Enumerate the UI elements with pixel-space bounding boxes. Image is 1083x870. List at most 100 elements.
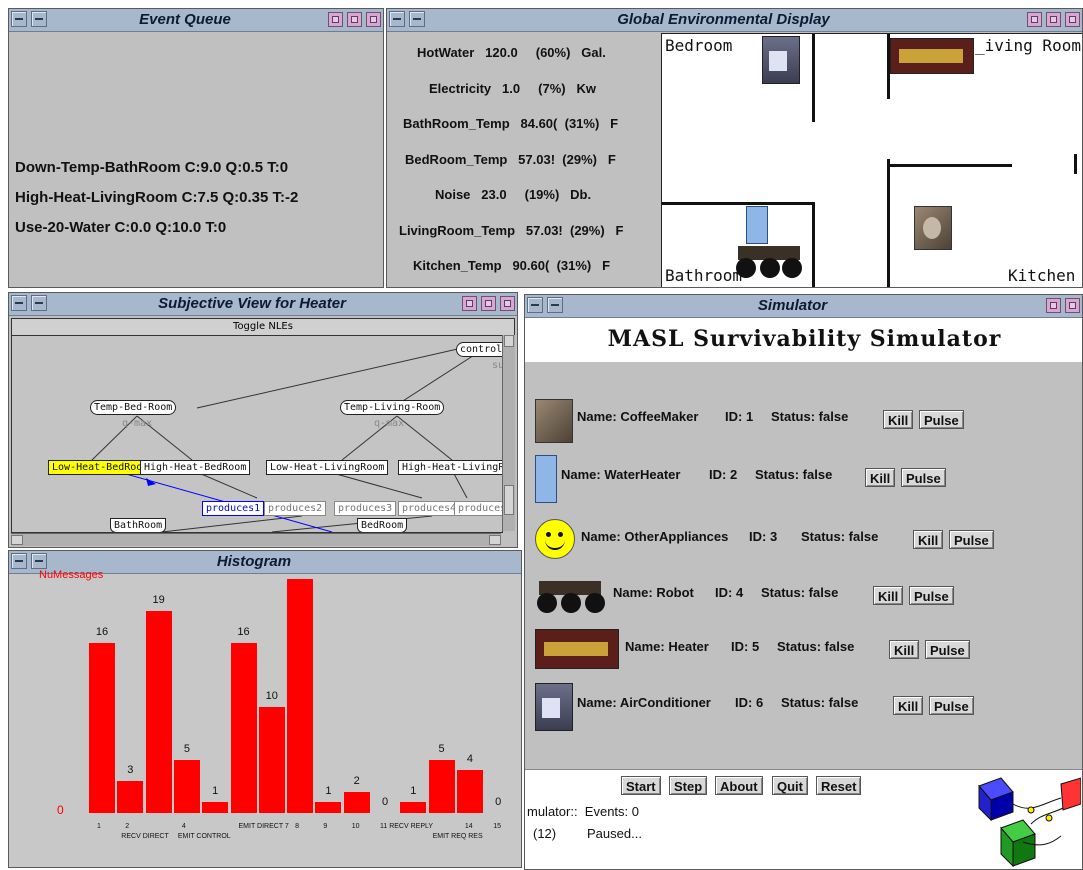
bar-value-label: 10 [265,689,278,702]
reading-unit: Db. [570,187,592,202]
kill-button[interactable]: Kill [889,640,920,659]
histogram-bar [173,759,200,813]
x-tick-label: EMIT DIRECT 7 [238,823,289,830]
event-item: High-Heat-LivingRoom C:7.5 Q:0.35 T:-2 [15,189,299,206]
reset-button[interactable]: Reset [816,776,862,795]
heater-icon [535,629,619,669]
reading-pct: (19%) [524,187,560,202]
minimize-icon[interactable] [11,11,27,27]
node-bathroom[interactable]: BathRoom [110,518,167,532]
reading-bathroom-temp: BathRoom_Temp 84.60( (31%) F [403,116,618,131]
node-produces5[interactable]: produces [454,501,502,516]
control-panel: Start Step About Quit Reset mulator:: Ev… [525,769,1082,869]
window-menu-icon[interactable] [31,295,47,311]
node-bedroom[interactable]: BedRoom [357,518,408,532]
histogram-bar [343,791,370,813]
node-low-heat-bedroom[interactable]: Low-Heat-BedRoom [48,460,153,475]
node-high-heat-livingroom[interactable]: High-Heat-LivingRo [398,460,502,475]
reading-noise: Noise 23.0 (19%) Db. [435,187,591,202]
histogram-window: Histogram NuMessages 0 16 1 3 2 RECV DIRECT 1… [8,550,522,868]
maximize-icon[interactable] [1046,298,1061,313]
maximize-icon[interactable] [1046,12,1061,27]
vertical-scrollbar[interactable] [502,335,515,531]
reading-pct: (31%) [564,116,600,131]
iconify-icon[interactable] [462,296,477,311]
node-control[interactable]: control- [456,342,502,357]
histogram-bar [400,802,427,813]
kill-button[interactable]: Kill [893,696,924,715]
close-icon[interactable] [366,12,381,27]
kill-button[interactable]: Kill [873,586,904,605]
scroll-left-icon[interactable] [11,535,23,545]
maximize-icon[interactable] [481,296,496,311]
reading-value: 120.0 [485,45,518,60]
pulse-button[interactable]: Pulse [925,640,970,659]
air-conditioner-icon [762,36,800,84]
bar-value-label: 19 [152,593,165,606]
title-bar: Event Queue [9,9,383,32]
bar-value-label: 3 [127,764,134,777]
horizontal-scrollbar[interactable] [11,533,501,546]
kill-button[interactable]: Kill [883,410,914,429]
simulator-heading: MASL Survivability Simulator [607,326,1002,352]
minimize-icon[interactable] [389,11,405,27]
status-state: Paused... [587,826,642,841]
room-label-kitchen: Kitchen [1008,266,1076,285]
node-temp-living-room[interactable]: Temp-Living-Room [340,400,445,415]
iconify-icon[interactable] [328,12,343,27]
scroll-right-icon[interactable] [489,535,501,545]
node-produces1[interactable]: produces1 [202,501,265,516]
minimize-icon[interactable] [11,295,27,311]
quit-button[interactable]: Quit [772,776,808,795]
maximize-icon[interactable] [347,12,362,27]
node-high-heat-bedroom[interactable]: High-Heat-BedRoom [140,460,251,475]
pulse-button[interactable]: Pulse [909,586,954,605]
window-menu-icon[interactable] [409,11,425,27]
bar-value-label: 1 [410,785,417,798]
kill-button[interactable]: Kill [913,530,944,549]
pulse-button[interactable]: Pulse [929,696,974,715]
appliance-status: Status: false [755,467,833,482]
histogram-bar [258,706,285,813]
scroll-up-icon[interactable] [504,335,514,347]
close-icon[interactable] [1065,298,1080,313]
bar-value-label: 16 [95,625,109,638]
close-icon[interactable] [500,296,515,311]
iconify-icon[interactable] [1027,12,1042,27]
reading-pct: (31%) [556,258,592,273]
status-events: mulator:: Events: 0 [527,804,639,819]
toggle-nles-button[interactable]: Toggle NLEs [11,318,515,336]
node-temp-bed-room[interactable]: Temp-Bed-Room [90,400,177,415]
start-button[interactable]: Start [621,776,661,795]
minimize-icon[interactable] [527,297,543,313]
event-queue-window: Event Queue Down-Temp-BathRoom C:9.0 Q:0… [8,8,384,288]
window-menu-icon[interactable] [547,297,563,313]
appliance-id: ID: 3 [749,529,778,544]
node-produces2[interactable]: produces2 [264,501,327,516]
node-produces4[interactable]: produces4 [398,501,461,516]
pulse-button[interactable]: Pulse [919,410,964,429]
appliance-status: Status: false [761,585,839,600]
water-heater-icon [746,206,768,244]
node-low-heat-livingroom[interactable]: Low-Heat-LivingRoom [266,460,389,475]
window-menu-icon[interactable] [31,11,47,27]
reading-livingroom-temp: LivingRoom_Temp 57.03! (29%) F [399,223,623,238]
kill-button[interactable]: Kill [865,468,896,487]
title-bar: Global Environmental Display [387,9,1082,32]
appliance-id: ID: 4 [715,585,744,600]
close-icon[interactable] [1065,12,1080,27]
reading-bedroom-temp: BedRoom_Temp 57.03! (29%) F [405,152,616,167]
about-button[interactable]: About [715,776,763,795]
reading-unit: Gal. [581,45,606,60]
appliance-name: Name: WaterHeater [561,467,681,482]
x-tick-label: 15 [493,823,501,830]
step-button[interactable]: Step [669,776,708,795]
node-produces3[interactable]: produces3 [334,501,397,516]
title-bar: Simulator [525,295,1082,318]
x-subtick-label: EMIT REQ RES [432,833,483,840]
air-conditioner-icon [535,683,573,731]
pulse-button[interactable]: Pulse [949,530,994,549]
pulse-button[interactable]: Pulse [901,468,946,487]
scroll-thumb[interactable] [504,485,514,515]
x-tick-label: 2 [125,823,130,830]
